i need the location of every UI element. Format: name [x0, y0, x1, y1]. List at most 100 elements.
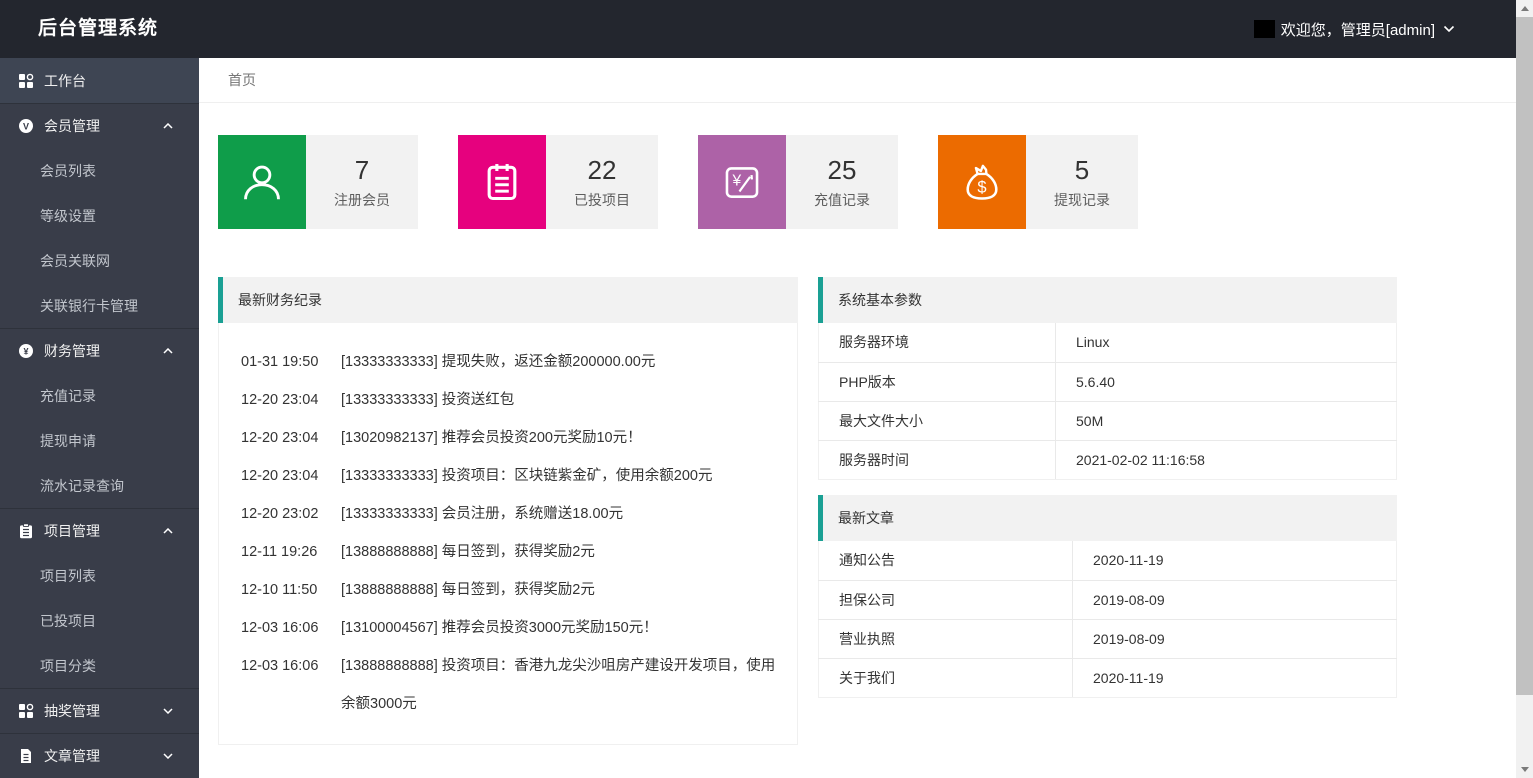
breadcrumb-home[interactable]: 首页 — [228, 58, 256, 103]
table-row: 最大文件大小50M — [819, 401, 1397, 440]
sidebar-item-label: 文章管理 — [44, 746, 100, 766]
user-icon — [218, 135, 306, 229]
param-key: 服务器时间 — [819, 440, 1056, 479]
sidebar-item-finance-mgmt[interactable]: ¥ 财务管理 — [0, 328, 199, 373]
record-text: [13888888888] 投资项目：香港九龙尖沙咀房产建设开发项目，使用余额3… — [341, 647, 787, 723]
sidebar-item-label: 关联银行卡管理 — [40, 296, 138, 316]
chevron-down-icon — [163, 753, 173, 759]
stat-card-text: 22 已投项目 — [546, 135, 658, 229]
record-text: [13100004567] 推荐会员投资3000元奖励150元！ — [341, 609, 787, 647]
stat-value: 7 — [355, 155, 369, 185]
article-date: 2019-08-09 — [1073, 619, 1397, 658]
main-content: 首页 7 注册会员 22 已投项目 — [199, 58, 1516, 778]
sidebar-item-member-list[interactable]: 会员列表 — [0, 148, 199, 193]
chevron-up-icon — [163, 123, 173, 129]
scroll-down-button[interactable] — [1516, 761, 1533, 778]
finance-records-panel: 最新财务纪录 01-31 19:50[13333333333] 提现失败，返还金… — [218, 277, 798, 745]
scrollbar-thumb[interactable] — [1516, 17, 1533, 695]
sidebar-item-label: 等级设置 — [40, 206, 96, 226]
sidebar-item-label: 流水记录查询 — [40, 476, 124, 496]
finance-record: 12-20 23:04[13020982137] 推荐会员投资200元奖励10元… — [241, 419, 787, 457]
panel-title: 最新财务纪录 — [218, 277, 798, 323]
system-params-panel: 系统基本参数 服务器环境Linux PHP版本5.6.40 最大文件大小50M … — [818, 277, 1397, 480]
sidebar-item-label: 项目管理 — [44, 521, 100, 541]
article-date: 2020-11-19 — [1073, 658, 1397, 697]
stat-value: 22 — [588, 155, 617, 185]
stat-label: 提现记录 — [1054, 190, 1110, 210]
finance-records-list: 01-31 19:50[13333333333] 提现失败，返还金额200000… — [218, 323, 798, 745]
sidebar-item-level-settings[interactable]: 等级设置 — [0, 193, 199, 238]
record-time: 12-20 23:04 — [241, 381, 341, 419]
stat-label: 注册会员 — [334, 190, 390, 210]
scroll-up-button[interactable] — [1516, 0, 1533, 17]
record-time: 12-11 19:26 — [241, 533, 341, 571]
system-params-table: 服务器环境Linux PHP版本5.6.40 最大文件大小50M 服务器时间20… — [818, 323, 1397, 480]
sidebar-item-project-mgmt[interactable]: 项目管理 — [0, 508, 199, 553]
article-title: 通知公告 — [819, 541, 1073, 580]
sidebar-item-withdraw-requests[interactable]: 提现申请 — [0, 418, 199, 463]
param-value: 50M — [1056, 401, 1397, 440]
finance-record: 12-03 16:06[13100004567] 推荐会员投资3000元奖励15… — [241, 609, 787, 647]
sidebar-item-label: 会员关联网 — [40, 251, 110, 271]
sidebar-item-bank-cards[interactable]: 关联银行卡管理 — [0, 283, 199, 328]
sidebar-item-invested-projects[interactable]: 已投项目 — [0, 598, 199, 643]
table-row: 服务器环境Linux — [819, 323, 1397, 362]
stat-card-text: 5 提现记录 — [1026, 135, 1138, 229]
sidebar-item-label: 会员管理 — [44, 116, 100, 136]
sidebar-item-recharge-records[interactable]: 充值记录 — [0, 373, 199, 418]
sidebar-item-lottery-mgmt[interactable]: 抽奖管理 — [0, 688, 199, 733]
panel-title: 系统基本参数 — [818, 277, 1397, 323]
finance-record: 12-20 23:04[13333333333] 投资项目：区块链紫金矿，使用余… — [241, 457, 787, 495]
sidebar-item-workbench[interactable]: 工作台 — [0, 58, 199, 103]
latest-articles-panel: 最新文章 通知公告2020-11-19 担保公司2019-08-09 营业执照2… — [818, 495, 1397, 698]
stat-card-members[interactable]: 7 注册会员 — [218, 135, 418, 229]
sidebar-item-label: 已投项目 — [40, 611, 96, 631]
sidebar-item-article-mgmt[interactable]: 文章管理 — [0, 733, 199, 778]
param-key: 服务器环境 — [819, 323, 1056, 362]
circle-yen-icon: ¥ — [18, 343, 34, 359]
record-text: [13888888888] 每日签到，获得奖励2元 — [341, 533, 787, 571]
stat-card-text: 25 充值记录 — [786, 135, 898, 229]
stat-card-recharge[interactable]: ¥ 25 充值记录 — [698, 135, 898, 229]
scroll-up-icon — [1521, 6, 1529, 11]
yen-card-icon: ¥ — [698, 135, 786, 229]
sidebar-item-flow-query[interactable]: 流水记录查询 — [0, 463, 199, 508]
param-value: 2021-02-02 11:16:58 — [1056, 440, 1397, 479]
chevron-up-icon — [163, 348, 173, 354]
table-row: 通知公告2020-11-19 — [819, 541, 1397, 580]
svg-text:V: V — [23, 121, 29, 131]
article-title: 关于我们 — [819, 658, 1073, 697]
chevron-down-icon — [163, 708, 173, 714]
record-time: 12-20 23:04 — [241, 457, 341, 495]
record-text: [13020982137] 推荐会员投资200元奖励10元！ — [341, 419, 787, 457]
latest-articles-table: 通知公告2020-11-19 担保公司2019-08-09 营业执照2019-0… — [818, 541, 1397, 698]
circle-v-icon: V — [18, 118, 34, 134]
param-key: 最大文件大小 — [819, 401, 1056, 440]
article-date: 2019-08-09 — [1073, 580, 1397, 619]
sidebar-item-label: 充值记录 — [40, 386, 96, 406]
sidebar-item-member-mgmt[interactable]: V 会员管理 — [0, 103, 199, 148]
sidebar-item-project-categories[interactable]: 项目分类 — [0, 643, 199, 688]
stat-label: 充值记录 — [814, 190, 870, 210]
svg-text:$: $ — [977, 178, 986, 196]
vertical-scrollbar — [1516, 0, 1533, 778]
console-grid-icon — [18, 703, 34, 719]
sidebar-item-project-list[interactable]: 项目列表 — [0, 553, 199, 598]
sidebar-item-label: 会员列表 — [40, 161, 96, 181]
record-text: [13333333333] 会员注册，系统赠送18.00元 — [341, 495, 787, 533]
stat-card-invested[interactable]: 22 已投项目 — [458, 135, 658, 229]
stat-value: 5 — [1075, 155, 1089, 185]
article-title: 营业执照 — [819, 619, 1073, 658]
sidebar-item-label: 项目分类 — [40, 656, 96, 676]
table-row: 关于我们2020-11-19 — [819, 658, 1397, 697]
user-dropdown[interactable]: 欢迎您，管理员[admin] — [1254, 0, 1455, 58]
sidebar-item-label: 财务管理 — [44, 341, 100, 361]
article-date: 2020-11-19 — [1073, 541, 1397, 580]
record-text: [13333333333] 提现失败，返还金额200000.00元 — [341, 343, 787, 381]
finance-record: 12-11 19:26[13888888888] 每日签到，获得奖励2元 — [241, 533, 787, 571]
console-grid-icon — [18, 73, 34, 89]
stat-card-withdraw[interactable]: $ 5 提现记录 — [938, 135, 1138, 229]
breadcrumb-bar: 首页 — [199, 58, 1516, 103]
record-text: [13888888888] 每日签到，获得奖励2元 — [341, 571, 787, 609]
sidebar-item-member-network[interactable]: 会员关联网 — [0, 238, 199, 283]
